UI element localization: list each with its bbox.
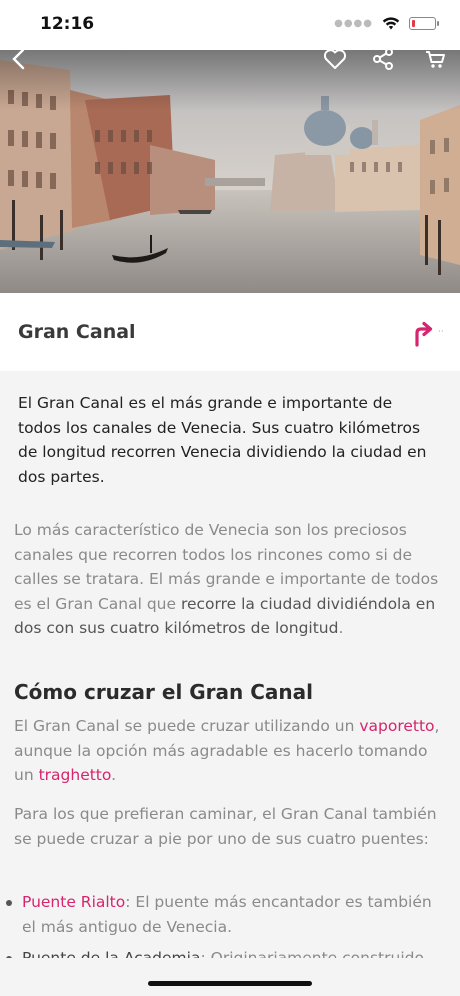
title-card: Gran Canal ·· — [0, 293, 460, 371]
wifi-icon — [382, 17, 400, 30]
back-button[interactable] — [2, 50, 36, 76]
hero-image — [0, 50, 460, 293]
puente-rialto-link[interactable]: Puente Rialto — [22, 893, 125, 911]
traghetto-link[interactable]: traghetto — [39, 766, 112, 784]
section-heading: Cómo cruzar el Gran Canal — [14, 680, 314, 704]
lead-paragraph: El Gran Canal es el más grande e importa… — [18, 394, 427, 486]
cart-icon — [426, 51, 445, 68]
page-title: Gran Canal — [18, 321, 136, 343]
favorite-button[interactable] — [318, 50, 352, 76]
battery-icon — [409, 17, 439, 30]
cart-button[interactable] — [418, 50, 452, 76]
home-indicator[interactable] — [148, 981, 312, 986]
intro-text-b: . — [338, 619, 344, 637]
list-item: Puente Rialto: El puente más encantador … — [6, 890, 446, 939]
crossing-text-a: El Gran Canal se puede cruzar utilizando… — [14, 717, 360, 735]
bridges-paragraph: Para los que prefieran caminar, el Gran … — [14, 805, 437, 848]
venice-grand-canal-photo — [0, 50, 460, 293]
intro-paragraph: Lo más característico de Venecia son los… — [14, 518, 446, 641]
more-indicator: ·· — [438, 327, 444, 337]
status-icons: ●●●● — [334, 17, 439, 30]
heart-icon — [323, 50, 347, 69]
crossing-paragraph: El Gran Canal se puede cruzar utilizando… — [14, 714, 446, 788]
status-bar: 12:16 ●●●● — [0, 0, 460, 50]
share-icon — [373, 50, 393, 70]
crossing-text-c: . — [111, 766, 117, 784]
vaporetto-link[interactable]: vaporetto — [359, 717, 434, 735]
home-bar-area — [0, 958, 460, 996]
back-icon — [12, 50, 25, 70]
status-time: 12:16 — [40, 14, 95, 34]
share-button[interactable] — [366, 50, 400, 76]
directions-button[interactable]: ·· — [412, 321, 444, 347]
signal-icon: ●●●● — [334, 18, 373, 29]
battery-level — [412, 20, 416, 27]
